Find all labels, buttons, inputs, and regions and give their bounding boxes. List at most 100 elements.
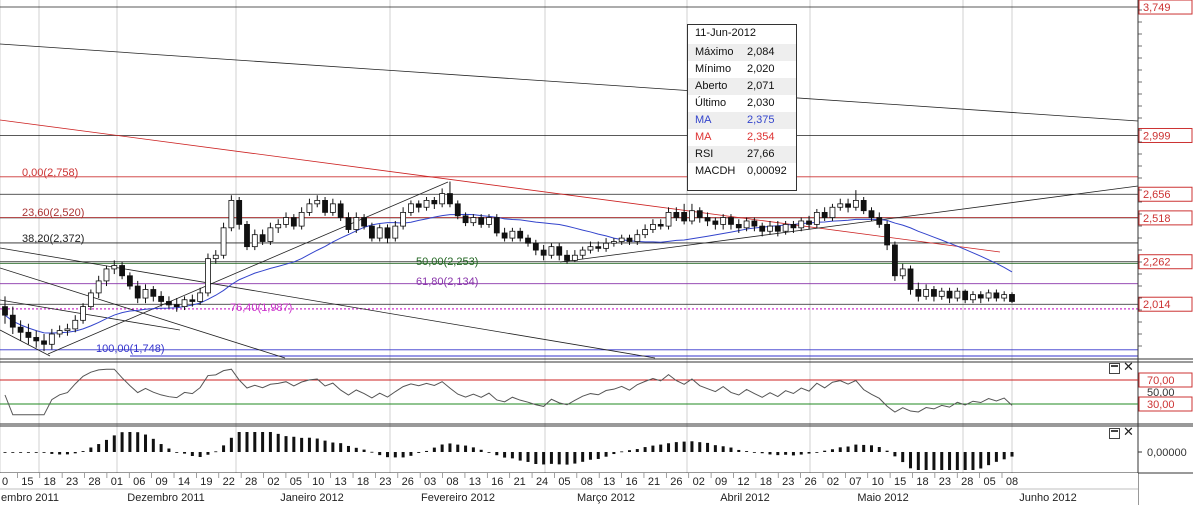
macd-bar: [42, 452, 46, 453]
candle-body: [759, 225, 766, 232]
candle-body: [642, 229, 649, 236]
macd-bar: [300, 437, 304, 452]
candle-body: [220, 227, 227, 256]
candle-body: [493, 217, 500, 234]
candle-body: [837, 203, 844, 208]
macd-bar: [979, 452, 983, 469]
macd-bar: [448, 443, 452, 452]
candle-body: [813, 212, 820, 225]
macd-bar: [518, 452, 522, 461]
candle-body: [689, 210, 695, 222]
macd-bar: [1010, 452, 1014, 457]
candle-body: [938, 290, 945, 297]
candle-body: [985, 292, 992, 299]
candle-body: [946, 290, 953, 299]
tooltip-row-last: Último 2,030: [688, 95, 796, 112]
candle-body: [868, 210, 875, 218]
macd-bar: [183, 452, 187, 454]
candle-body: [111, 265, 118, 270]
candle-body: [798, 220, 805, 229]
macd-bar: [120, 432, 124, 452]
rsi-close-icon[interactable]: ✕: [1123, 361, 1134, 374]
macd-bar: [924, 452, 928, 470]
candle-body: [556, 246, 563, 256]
macd-bar: [503, 452, 507, 458]
candle-body: [501, 232, 508, 239]
candle-body: [150, 289, 157, 297]
candle-body: [197, 292, 204, 302]
candle-body: [462, 215, 469, 224]
chart-canvas[interactable]: 0,00(2,758) 23,60(2,520) 38,20(2,372) 50,00…: [0, 0, 1193, 505]
right-axis-bg: [1138, 0, 1193, 505]
price-tick-label: 2,262: [1143, 257, 1171, 269]
fib-level-label: 61,80(2,134): [416, 276, 478, 288]
candle-body: [400, 212, 407, 227]
candle-body: [337, 203, 344, 218]
macd-bar: [104, 439, 108, 452]
macd-bar: [745, 451, 749, 452]
date-tick-label: 09: [715, 476, 727, 488]
candle-body: [33, 337, 40, 342]
candle-body: [1001, 294, 1008, 299]
macd-bar: [791, 452, 795, 456]
candle-body: [829, 206, 836, 218]
month-label: embro 2011: [1, 492, 59, 504]
date-tick-label: 0: [2, 476, 8, 488]
candle-body: [595, 246, 602, 249]
date-tick-label: 18: [760, 476, 772, 488]
candle-body: [119, 265, 125, 277]
rsi-minimize-icon[interactable]: [1109, 363, 1120, 374]
macd-bar: [206, 452, 210, 455]
macd-bar: [698, 442, 702, 452]
candle-body: [306, 203, 313, 213]
macd-bar: [510, 452, 514, 459]
price-tick-label: 2,014: [1143, 299, 1171, 311]
macd-bar: [417, 452, 421, 453]
fib-level-label: 100,00(1,748): [96, 343, 165, 355]
candle-body: [72, 319, 79, 330]
macd-bar: [620, 451, 624, 453]
candle-body: [87, 292, 94, 308]
tooltip-row-min: Mínimo 2,020: [688, 61, 796, 78]
macd-minimize-icon[interactable]: [1109, 428, 1120, 439]
macd-bar: [159, 444, 163, 452]
date-tick-label: 28: [245, 476, 257, 488]
tooltip-row-max: Máximo 2,084: [688, 44, 796, 61]
date-tick-label: 21: [514, 476, 526, 488]
tooltip-label: MA: [695, 131, 712, 143]
macd-bar: [378, 452, 382, 456]
date-tick-label: 22: [223, 476, 235, 488]
macd-bar: [721, 446, 725, 452]
macd-bar: [222, 445, 226, 452]
candle-body: [665, 212, 672, 227]
candle-body: [158, 295, 165, 302]
macd-bar: [370, 451, 374, 453]
month-label: Fevereiro 2012: [421, 492, 495, 504]
macd-bar: [940, 452, 944, 470]
candle-body: [962, 290, 969, 301]
candle-body: [954, 290, 961, 299]
candle-body: [892, 244, 898, 277]
candle-body: [767, 225, 773, 232]
candle-body: [1009, 294, 1015, 302]
macd-bar: [659, 444, 663, 452]
macd-bar: [58, 452, 62, 455]
macd-bar: [362, 449, 366, 452]
macd-bar: [869, 445, 873, 452]
tooltip-label: MA: [695, 114, 712, 126]
fib-level-label: 23,60(2,520): [22, 207, 84, 219]
candle-body: [712, 220, 719, 225]
macd-bar: [542, 452, 546, 465]
macd-close-icon[interactable]: ✕: [1123, 426, 1134, 439]
tooltip-value: 2,084: [747, 46, 775, 58]
price-tick-label: 2,656: [1143, 189, 1171, 201]
macd-bar: [815, 452, 819, 453]
date-tick-label: 10: [872, 476, 884, 488]
macd-bar: [987, 452, 991, 466]
candle-body: [103, 268, 110, 282]
candle-body: [329, 203, 336, 213]
date-tick-label: 03: [424, 476, 436, 488]
candle-body: [228, 200, 235, 229]
tooltip-label: Mínimo: [695, 63, 732, 75]
rsi-tick-label: 70,00: [1147, 375, 1175, 387]
